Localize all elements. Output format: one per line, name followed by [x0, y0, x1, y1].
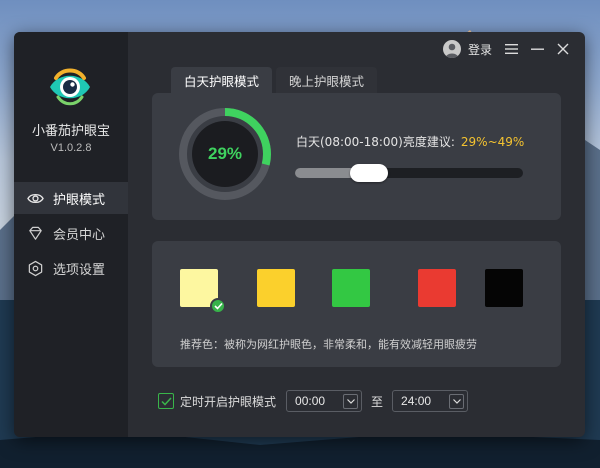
- sidebar-item-eye-mode[interactable]: 护眼模式: [14, 182, 128, 214]
- recommendation-text: 推荐色：被称为网红护眼色，非常柔和，能有效减轻用眼疲劳: [180, 338, 477, 351]
- swatch-green[interactable]: [332, 269, 370, 307]
- checkmark-icon: [210, 298, 226, 314]
- login-label: 登录: [467, 42, 492, 57]
- swatch-yellow[interactable]: [257, 269, 295, 307]
- swatch-black[interactable]: [485, 269, 523, 307]
- sidebar-nav: 护眼模式 会员中心 选项设置: [14, 182, 128, 287]
- avatar-icon: [442, 40, 461, 58]
- close-icon[interactable]: [556, 42, 570, 56]
- brightness-hint-label: 白天(08:00-18:00)亮度建议:: [296, 135, 455, 149]
- app-name: 小番茄护眼宝: [31, 124, 110, 139]
- sidebar-item-settings[interactable]: 选项设置: [14, 252, 128, 284]
- eye-icon: [27, 193, 44, 203]
- to-label: 至: [371, 394, 384, 409]
- app-version: V1.0.2.8: [50, 142, 92, 154]
- brightness-slider[interactable]: [295, 164, 523, 182]
- app-window: 小番茄护眼宝 V1.0.2.8 护眼模式 会员中心 选项设置 登录 白天护眼模式…: [14, 32, 585, 437]
- sidebar-item-label: 会员中心: [53, 227, 106, 243]
- diamond-icon: [29, 226, 42, 240]
- settings-icon: [28, 260, 43, 276]
- swatch-light-yellow[interactable]: [180, 269, 226, 314]
- sidebar-item-member[interactable]: 会员中心: [14, 217, 128, 249]
- end-time-value: 24:00: [401, 394, 432, 408]
- tab-day-mode[interactable]: 白天护眼模式: [171, 67, 273, 94]
- color-panel: 推荐色：被称为网红护眼色，非常柔和，能有效减轻用眼疲劳: [152, 241, 561, 367]
- brightness-percent: 29%: [207, 144, 243, 163]
- chevron-down-icon: [343, 393, 359, 409]
- start-time-select[interactable]: 00:00: [286, 390, 363, 412]
- app-logo: [50, 68, 90, 106]
- tab-night-mode[interactable]: 晚上护眼模式: [276, 67, 378, 94]
- sidebar: 小番茄护眼宝 V1.0.2.8 护眼模式 会员中心 选项设置: [14, 32, 128, 437]
- sidebar-item-label: 选项设置: [53, 262, 106, 278]
- sidebar-item-label: 护眼模式: [53, 192, 106, 208]
- brightness-range: 29%~49%: [460, 135, 525, 149]
- brightness-hint: 白天(08:00-18:00)亮度建议: 29%~49%: [296, 133, 524, 150]
- title-bar: 登录: [442, 32, 585, 66]
- chevron-down-icon: [449, 393, 465, 409]
- timer-checkbox[interactable]: [158, 393, 174, 409]
- mode-tabs: 白天护眼模式 晚上护眼模式: [171, 67, 381, 94]
- brightness-panel: 29% 白天(08:00-18:00)亮度建议: 29%~49%: [152, 93, 561, 220]
- timer-row: 定时开启护眼模式 00:00 至 24:00: [158, 390, 469, 412]
- login-button[interactable]: 登录: [442, 40, 492, 58]
- timer-label: 定时开启护眼模式: [180, 394, 277, 409]
- start-time-value: 00:00: [295, 394, 326, 408]
- menu-icon[interactable]: [504, 42, 518, 56]
- swatch-red[interactable]: [418, 269, 456, 307]
- end-time-select[interactable]: 24:00: [392, 390, 469, 412]
- minimize-icon[interactable]: [530, 42, 544, 56]
- slider-knob[interactable]: [350, 164, 388, 182]
